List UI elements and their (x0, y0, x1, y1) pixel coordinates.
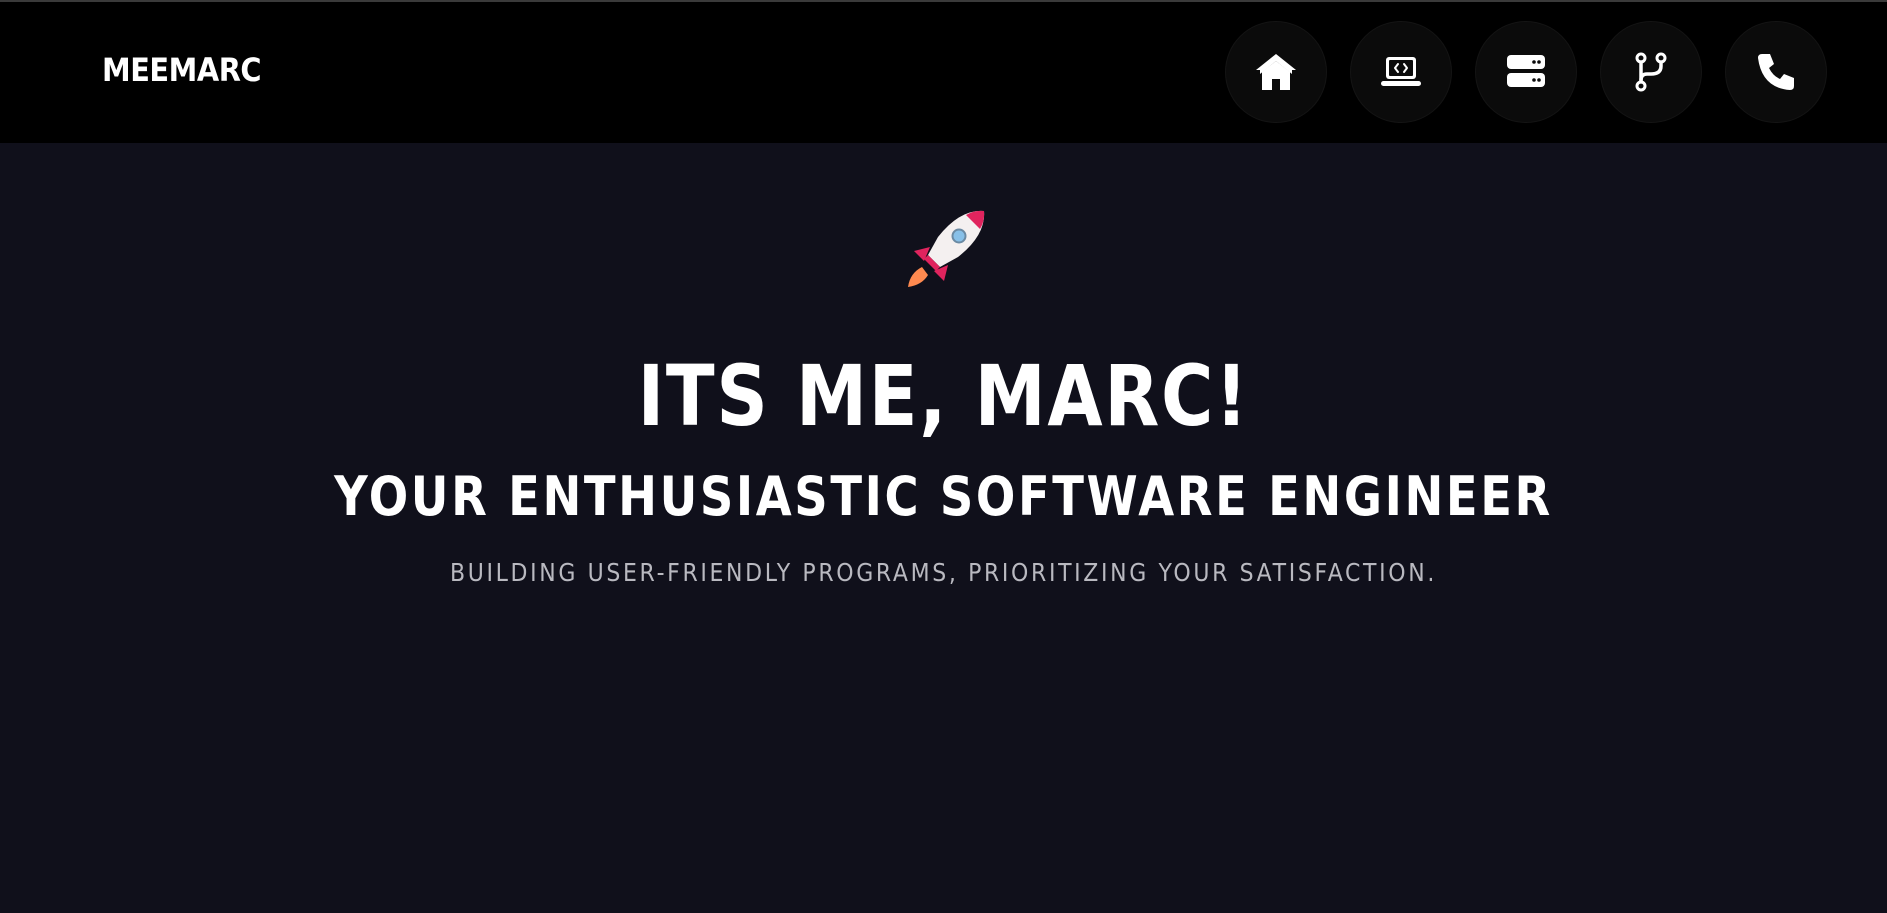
nav-experience-button[interactable] (1601, 22, 1701, 122)
brand-logo[interactable]: MEEMARC (102, 51, 262, 89)
code-branch-icon (1635, 52, 1667, 92)
site-header: MEEMARC (0, 2, 1887, 143)
nav-home-button[interactable] (1226, 22, 1326, 122)
home-icon (1256, 54, 1296, 90)
rocket-icon (908, 210, 985, 287)
main-nav (1226, 22, 1826, 122)
nav-services-button[interactable] (1476, 22, 1576, 122)
hero-title: ITS ME, MARC! (637, 347, 1250, 445)
server-icon (1507, 55, 1545, 87)
hero-tagline: BUILDING USER-FRIENDLY PROGRAMS, PRIORIT… (450, 558, 1437, 587)
hero-section: ITS ME, MARC! YOUR ENTHUSIASTIC SOFTWARE… (0, 143, 1887, 913)
phone-icon (1758, 54, 1794, 90)
hero-subtitle: YOUR ENTHUSIASTIC SOFTWARE ENGINEER (334, 465, 1553, 528)
nav-contact-button[interactable] (1726, 22, 1826, 122)
nav-projects-button[interactable] (1351, 22, 1451, 122)
laptop-code-icon (1381, 57, 1421, 86)
